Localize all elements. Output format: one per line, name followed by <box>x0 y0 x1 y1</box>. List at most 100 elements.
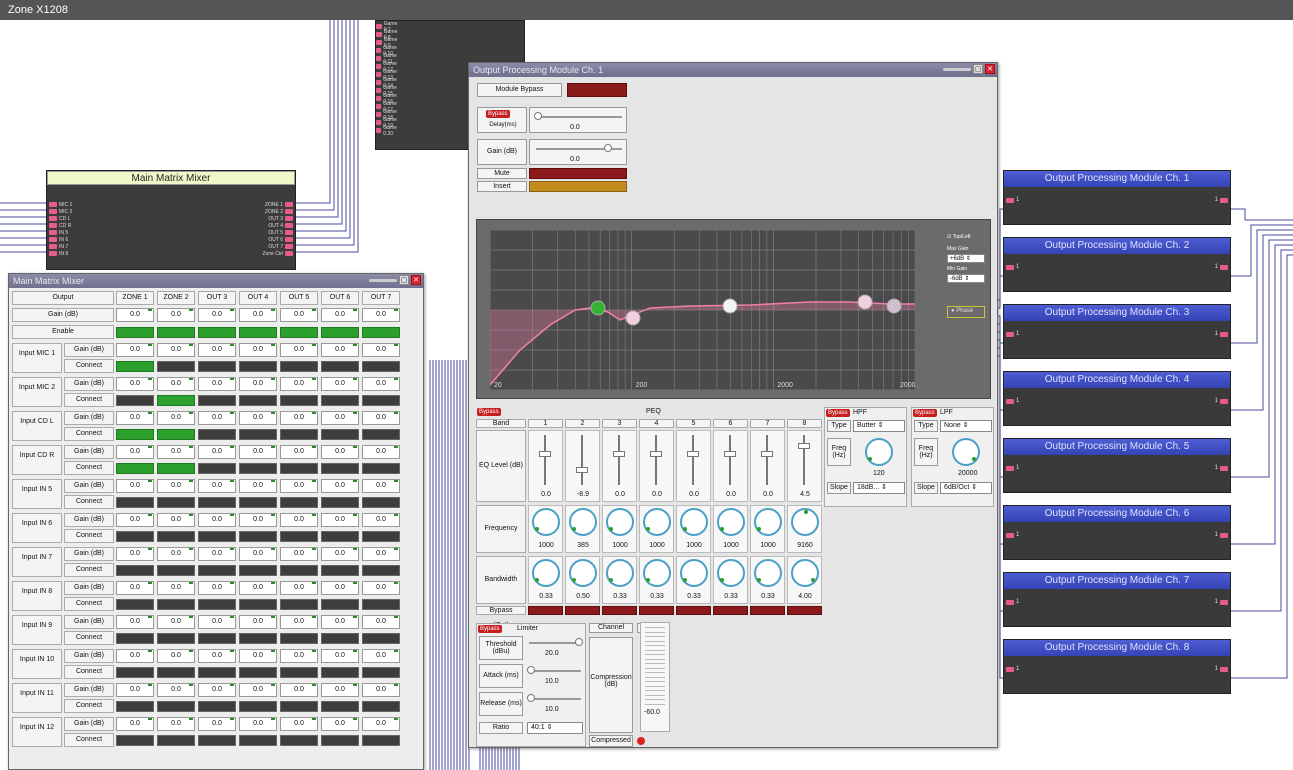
pin-connector-icon[interactable] <box>376 24 382 29</box>
crosspoint-connect-toggle[interactable] <box>321 361 359 372</box>
pin-connector-icon[interactable] <box>1220 599 1228 605</box>
pin-connector-icon[interactable] <box>49 223 57 228</box>
bandwidth-knob[interactable] <box>754 559 782 587</box>
crosspoint-connect-toggle[interactable] <box>239 735 277 746</box>
crosspoint-connect-toggle[interactable] <box>239 463 277 474</box>
crosspoint-connect-toggle[interactable] <box>116 565 154 576</box>
pin-connector-icon[interactable] <box>285 251 293 256</box>
pin-connector-icon[interactable] <box>49 251 57 256</box>
pin-connector-icon[interactable] <box>376 48 382 53</box>
threshold-slider-thumb[interactable] <box>575 638 583 646</box>
crosspoint-connect-toggle[interactable] <box>198 497 236 508</box>
crosspoint-connect-toggle[interactable] <box>198 531 236 542</box>
pin-connector-icon[interactable] <box>49 209 57 214</box>
mute-button[interactable] <box>529 168 627 179</box>
matrix-output-pin[interactable]: OUT 3 <box>268 215 293 222</box>
crosspoint-connect-toggle[interactable] <box>157 667 195 678</box>
frequency-knob[interactable] <box>606 508 634 536</box>
enable-toggle[interactable] <box>116 327 154 338</box>
matrix-input-pin[interactable]: MIC 1 <box>49 201 72 208</box>
pin-connector-icon[interactable] <box>376 120 382 125</box>
attack-slider-thumb[interactable] <box>527 666 535 674</box>
pin-connector-icon[interactable] <box>1006 398 1014 404</box>
crosspoint-connect-toggle[interactable] <box>321 633 359 644</box>
insert-button[interactable] <box>529 181 627 192</box>
level-fader-track[interactable] <box>618 435 620 485</box>
crosspoint-connect-toggle[interactable] <box>157 531 195 542</box>
pin-connector-icon[interactable] <box>376 40 382 45</box>
band-bypass-button[interactable] <box>639 606 674 615</box>
crosspoint-connect-toggle[interactable] <box>157 429 195 440</box>
crosspoint-connect-toggle[interactable] <box>280 531 318 542</box>
crosspoint-connect-toggle[interactable] <box>198 395 236 406</box>
crosspoint-connect-toggle[interactable] <box>239 633 277 644</box>
output-module-output-pin[interactable]: 1 <box>1215 666 1228 672</box>
crosspoint-connect-toggle[interactable] <box>116 701 154 712</box>
crosspoint-connect-toggle[interactable] <box>362 701 400 712</box>
output-module-output-pin[interactable]: 1 <box>1215 197 1228 203</box>
crosspoint-connect-toggle[interactable] <box>321 429 359 440</box>
crosspoint-connect-toggle[interactable] <box>239 497 277 508</box>
delay-slider-thumb[interactable] <box>534 112 542 120</box>
restore-icon[interactable]: ▢ <box>399 275 409 285</box>
pin-connector-icon[interactable] <box>285 230 293 235</box>
crosspoint-connect-toggle[interactable] <box>198 361 236 372</box>
lpf-slope-select[interactable]: 6dB/Oct ⇕ <box>940 482 992 494</box>
opacity-slider[interactable] <box>369 278 397 282</box>
level-fader-track[interactable] <box>581 435 583 485</box>
output-module-input-pin[interactable]: 1 <box>1006 599 1019 605</box>
lpf-freq-knob[interactable] <box>952 438 980 466</box>
crosspoint-connect-toggle[interactable] <box>362 565 400 576</box>
enable-toggle[interactable] <box>321 327 359 338</box>
matrix-output-pin[interactable]: OUT 6 <box>268 236 293 243</box>
crosspoint-connect-toggle[interactable] <box>321 667 359 678</box>
eq-band-handle[interactable] <box>722 298 738 314</box>
output-module-input-pin[interactable]: 1 <box>1006 465 1019 471</box>
matrix-input-pin[interactable]: CD L <box>49 215 70 222</box>
close-icon[interactable]: ✕ <box>985 64 995 74</box>
pin-connector-icon[interactable] <box>1220 398 1228 404</box>
pin-connector-icon[interactable] <box>1006 666 1014 672</box>
crosspoint-connect-toggle[interactable] <box>280 361 318 372</box>
output-module-node[interactable]: Output Processing Module Ch. 1 1 1 <box>1003 170 1231 225</box>
crosspoint-connect-toggle[interactable] <box>280 599 318 610</box>
matrix-input-pin[interactable]: IN 6 <box>49 236 68 243</box>
pin-connector-icon[interactable] <box>376 64 382 69</box>
crosspoint-connect-toggle[interactable] <box>157 463 195 474</box>
matrix-input-pin[interactable]: IN 5 <box>49 229 68 236</box>
pin-connector-icon[interactable] <box>1006 331 1014 337</box>
delay-bypass-button[interactable]: Bypass <box>486 110 510 118</box>
pin-connector-icon[interactable] <box>49 202 57 207</box>
matrix-output-pin[interactable]: ZONE 2 <box>265 208 293 215</box>
output-module-node[interactable]: Output Processing Module Ch. 4 1 1 <box>1003 371 1231 426</box>
release-slider-thumb[interactable] <box>527 694 535 702</box>
frequency-knob[interactable] <box>569 508 597 536</box>
frequency-knob[interactable] <box>532 508 560 536</box>
pin-connector-icon[interactable] <box>376 72 382 77</box>
output-module-output-pin[interactable]: 1 <box>1215 264 1228 270</box>
enable-toggle[interactable] <box>239 327 277 338</box>
matrix-input-pin[interactable]: MIC 2 <box>49 208 72 215</box>
crosspoint-connect-toggle[interactable] <box>321 599 359 610</box>
bandwidth-knob[interactable] <box>606 559 634 587</box>
crosspoint-connect-toggle[interactable] <box>362 599 400 610</box>
crosspoint-connect-toggle[interactable] <box>362 429 400 440</box>
output-module-input-pin[interactable]: 1 <box>1006 264 1019 270</box>
output-module-node[interactable]: Output Processing Module Ch. 5 1 1 <box>1003 438 1231 493</box>
crosspoint-connect-toggle[interactable] <box>280 463 318 474</box>
band-bypass-button[interactable] <box>676 606 711 615</box>
pin-connector-icon[interactable] <box>1006 197 1014 203</box>
eq-min-gain-select[interactable]: -6dB ⇕ <box>947 274 985 283</box>
ratio-select[interactable]: 40:1 ⇕ <box>527 722 583 734</box>
output-module-output-pin[interactable]: 1 <box>1215 532 1228 538</box>
pin-connector-icon[interactable] <box>285 202 293 207</box>
output-module-output-pin[interactable]: 1 <box>1215 398 1228 404</box>
hpf-freq-knob[interactable] <box>865 438 893 466</box>
level-fader-cap[interactable] <box>576 467 588 473</box>
level-fader-track[interactable] <box>692 435 694 485</box>
crosspoint-connect-toggle[interactable] <box>321 565 359 576</box>
level-fader-cap[interactable] <box>613 451 625 457</box>
pin-connector-icon[interactable] <box>49 230 57 235</box>
crosspoint-connect-toggle[interactable] <box>280 667 318 678</box>
pin-connector-icon[interactable] <box>1220 666 1228 672</box>
